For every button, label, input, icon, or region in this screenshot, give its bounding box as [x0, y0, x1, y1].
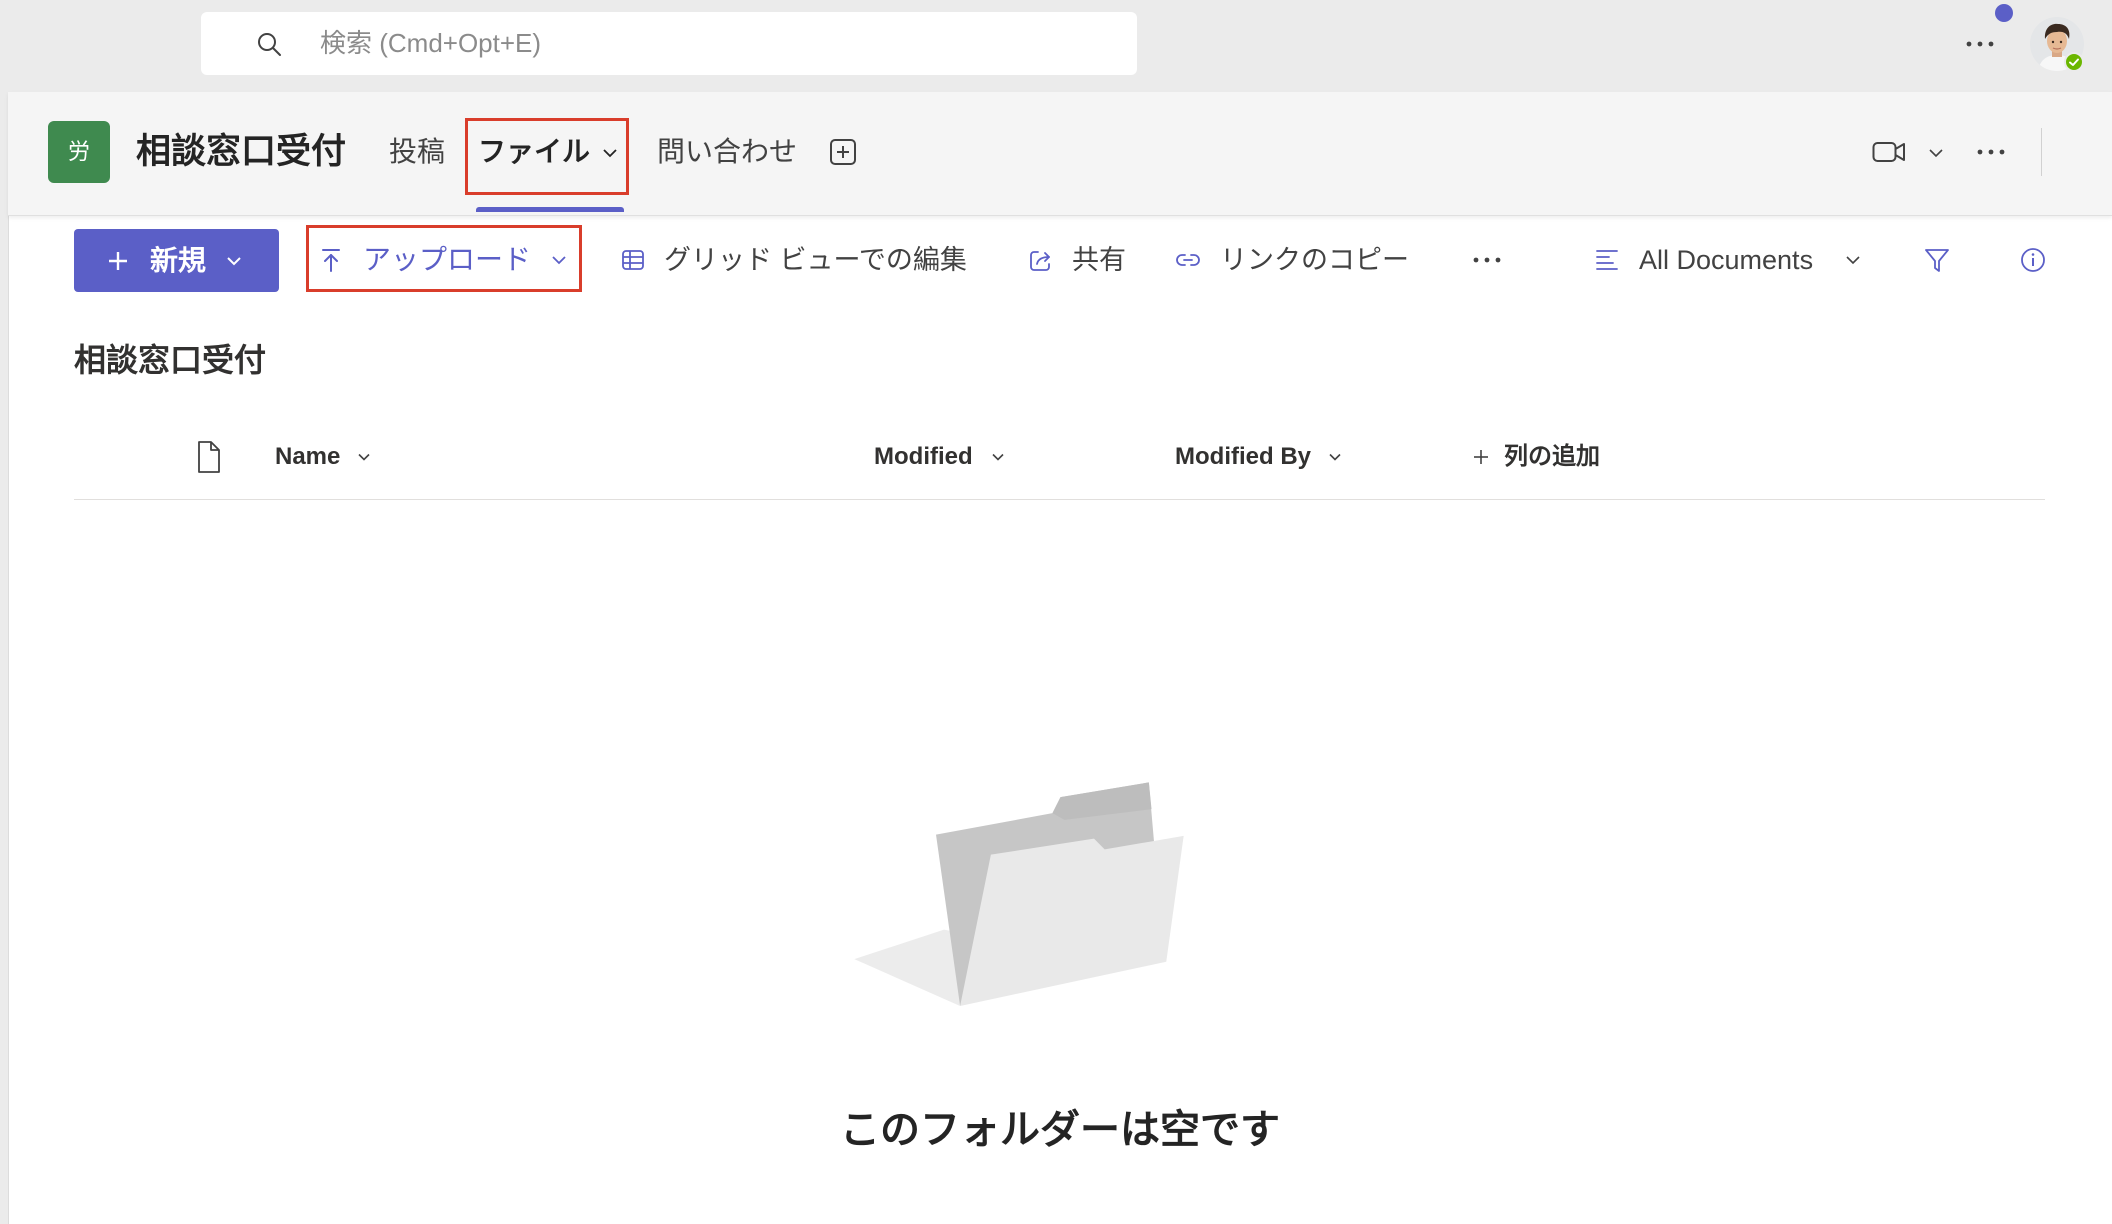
team-avatar: 労: [48, 121, 110, 183]
grid-icon: [620, 247, 646, 273]
upload-icon: [318, 247, 344, 273]
library-title: 相談窓口受付: [74, 342, 267, 378]
new-button-label: 新規: [150, 245, 207, 276]
add-column-label: 列の追加: [1504, 443, 1600, 470]
chevron-down-icon[interactable]: [990, 449, 1006, 465]
copy-link-label: リンクのコピー: [1220, 245, 1409, 275]
search-placeholder: 検索 (Cmd+Opt+E): [320, 28, 542, 58]
column-header-divider: [74, 499, 2045, 500]
column-header-modified[interactable]: Modified: [874, 441, 973, 473]
info-icon[interactable]: [2020, 247, 2046, 273]
link-icon: [1175, 247, 1201, 273]
upload-button-label: アップロード: [363, 244, 532, 275]
column-header-name[interactable]: Name: [275, 441, 340, 473]
chevron-down-icon[interactable]: [600, 143, 620, 163]
team-name: 相談窓口受付: [136, 132, 347, 171]
column-header-modified-by[interactable]: Modified By: [1175, 441, 1311, 473]
filter-icon[interactable]: [1924, 246, 1950, 274]
search-icon: [256, 31, 282, 57]
more-horizontal-icon[interactable]: [1976, 148, 2006, 156]
upload-button[interactable]: アップロード: [306, 225, 582, 292]
video-call-icon[interactable]: [1872, 140, 1906, 164]
share-label: 共有: [1072, 245, 1126, 275]
plus-icon: [1472, 448, 1490, 466]
chevron-down-icon[interactable]: [356, 449, 372, 465]
list-view-icon: [1594, 247, 1620, 273]
add-tab-icon[interactable]: [829, 138, 857, 166]
tab-posts[interactable]: 投稿: [389, 132, 445, 172]
chevron-down-icon: [1843, 250, 1863, 270]
search-input[interactable]: 検索 (Cmd+Opt+E): [201, 12, 1137, 75]
notification-dot: [1995, 4, 2013, 22]
tab-files[interactable]: ファイル: [478, 132, 590, 172]
active-tab-indicator: [476, 207, 624, 212]
chevron-down-icon[interactable]: [1327, 449, 1343, 465]
empty-folder-message: このフォルダーは空です: [840, 1108, 1280, 1152]
grid-edit-label: グリッド ビューでの編集: [664, 245, 967, 275]
more-horizontal-icon[interactable]: [1965, 40, 1995, 48]
chevron-down-icon[interactable]: [1926, 143, 1946, 163]
file-type-icon[interactable]: [196, 440, 222, 474]
chevron-down-icon: [549, 250, 569, 270]
empty-folder-illustration: [853, 778, 1185, 1009]
new-button[interactable]: 新規: [74, 229, 279, 292]
available-check-icon: [2064, 52, 2084, 72]
share-icon: [1028, 247, 1054, 273]
plus-icon: [106, 249, 130, 273]
more-horizontal-icon[interactable]: [1472, 256, 1502, 264]
tab-inquiries[interactable]: 問い合わせ: [657, 132, 797, 172]
view-label: All Documents: [1639, 245, 1814, 275]
chevron-down-icon: [224, 251, 244, 271]
header-divider: [2041, 128, 2042, 176]
